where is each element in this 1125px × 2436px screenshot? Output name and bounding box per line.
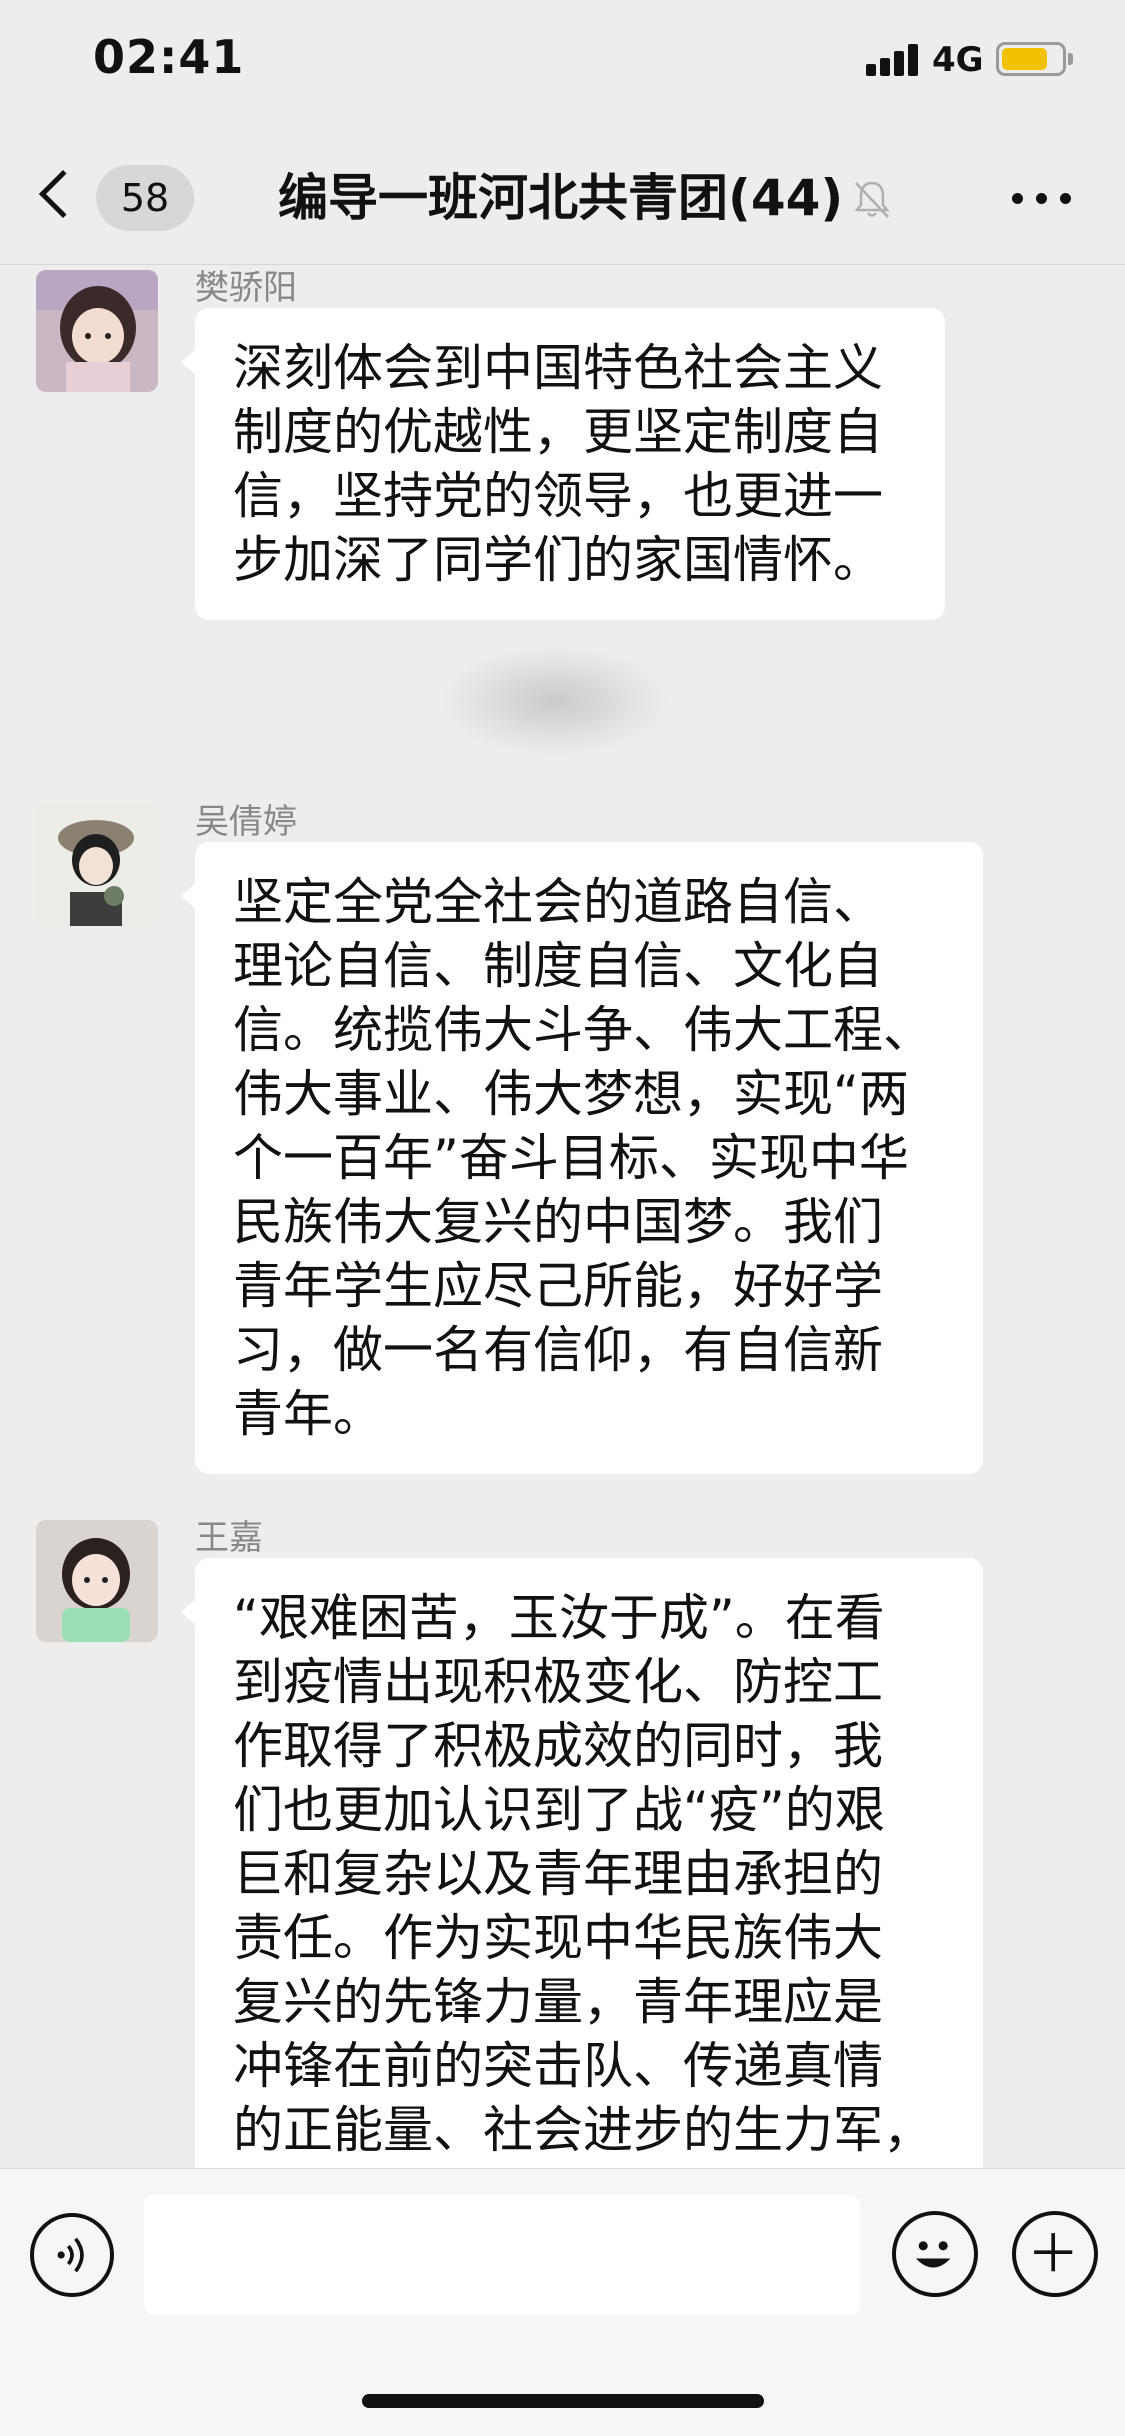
message-line: 到疫情出现积极变化、防控工 [233,1653,883,1711]
message-line: 青年。 [233,1385,383,1443]
message-line: 伟大事业、伟大梦想，实现“两 [233,1065,909,1123]
plus-icon[interactable] [1012,2211,1098,2297]
bell-muted-icon [854,181,890,218]
message-input[interactable] [144,2195,860,2315]
message-line: “艰难困苦，玉汝于成”。在看 [233,1589,885,1647]
message-line: 青年学生应尽己所能，好好学 [233,1257,883,1315]
message-line: 的正能量、社会进步的生力军， [233,2101,933,2159]
message-line: 制度的优越性，更坚定制度自 [233,403,883,461]
battery-icon [996,42,1066,76]
message-line: 巨和复杂以及青年理由承担的 [233,1845,883,1903]
ellipsis-icon[interactable] [1012,193,1072,205]
message-line: 信。统揽伟大斗争、伟大工程、 [233,1001,933,1059]
avatar[interactable] [36,1520,158,1642]
message-line: 坚定全党全社会的道路自信、 [233,873,883,931]
message-line: 责任。作为实现中华民族伟大 [233,1909,883,1967]
sender-name: 吴倩婷 [195,802,297,842]
message-line: 作取得了积极成效的同时，我 [233,1717,883,1775]
message-line: 复兴的先锋力量，青年理应是 [233,1973,883,2031]
emoji-icon[interactable] [892,2211,978,2297]
chat-title: 编导一班河北共青团(44) [278,169,844,227]
message-line: 习，做一名有信仰，有自信新 [233,1321,883,1379]
blurred-area [440,646,670,756]
chevron-left-icon[interactable] [38,169,88,219]
battery-level [1002,48,1048,70]
message-line: 们也更加认识到了战“疫”的艰 [233,1781,885,1839]
sender-name: 樊骄阳 [195,268,297,308]
avatar[interactable] [36,270,158,392]
message-line: 冲锋在前的突击队、传递真情 [233,2037,883,2095]
message-bubble[interactable]: “艰难困苦，玉汝于成”。在看 到疫情出现积极变化、防控工 作取得了积极成效的同时… [181,1558,983,2168]
nav-bar: 58 编导一班河北共青团(44) [0,125,1125,265]
message-bubble[interactable]: 坚定全党全社会的道路自信、 理论自信、制度自信、文化自 信。统揽伟大斗争、伟大工… [181,842,983,1474]
unread-count-badge[interactable]: 58 [96,165,194,231]
message-line: 理论自信、制度自信、文化自 [233,937,883,995]
battery-tip [1068,53,1073,65]
message-line: 个一百年”奋斗目标、实现中华 [233,1129,909,1187]
status-time: 02:41 [93,30,245,84]
message-line: 深刻体会到中国特色社会主义 [233,339,883,397]
message-line: 信，坚持党的领导，也更进一 [233,467,883,525]
signal-icon [866,44,920,76]
sender-name: 王嘉 [195,1518,263,1558]
message-line: 步加深了同学们的家国情怀。 [233,531,883,589]
avatar[interactable] [36,804,158,926]
home-indicator [362,2394,764,2408]
chat-screen: 02:41 4G 58 编导一班河北共青团(44) 樊骄阳 深刻体会到中国特色社… [0,0,1125,2436]
network-type: 4G [932,40,984,80]
message-line: 民族伟大复兴的中国梦。我们 [233,1193,883,1251]
status-bar: 02:41 4G [0,0,1125,125]
message-bubble[interactable]: 深刻体会到中国特色社会主义 制度的优越性，更坚定制度自 信，坚持党的领导，也更进… [181,308,945,620]
message-list[interactable]: 樊骄阳 深刻体会到中国特色社会主义 制度的优越性，更坚定制度自 信，坚持党的领导… [0,266,1125,2168]
voice-icon[interactable] [30,2213,114,2297]
